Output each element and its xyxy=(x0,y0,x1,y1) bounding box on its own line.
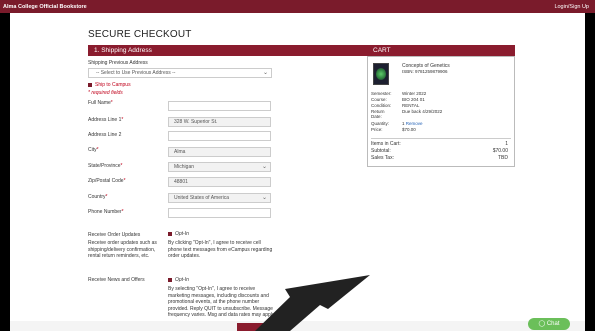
ship-to-campus-label: Ship to Campus xyxy=(95,82,131,88)
cart-total-key: Items in Cart: xyxy=(371,141,401,147)
prev-address-select[interactable]: -- Select to Use Previous Address -- ⌄ xyxy=(88,68,272,78)
order-updates-label: Receive Order Updates xyxy=(88,232,141,238)
cart-item-isbn: ISBN: 9781259879906 xyxy=(402,69,448,74)
cart-detail-value: $70.00 xyxy=(402,127,416,132)
address1-label: Address Line 1* xyxy=(88,117,124,123)
remove-link[interactable]: Remove xyxy=(406,121,423,126)
state-select[interactable]: Michigan ⌄ xyxy=(168,162,271,172)
full-name-input[interactable] xyxy=(168,101,271,111)
prev-address-label: Shipping Previous Address xyxy=(88,60,148,66)
shipping-section-header: 1. Shipping Address xyxy=(88,45,370,56)
news-offers-checkbox[interactable] xyxy=(168,278,172,282)
cart-detail-value: 1 Remove xyxy=(402,121,423,126)
chevron-down-icon: ⌄ xyxy=(261,164,267,170)
cart-detail-value: RENTAL xyxy=(402,103,420,108)
city-input[interactable]: Alma xyxy=(168,147,271,157)
phone-label: Phone Number* xyxy=(88,209,124,215)
cart-detail-key: Quantity: xyxy=(371,121,390,126)
cart-detail-key: Course: xyxy=(371,97,387,102)
chat-bubble-icon: ◯ xyxy=(538,321,546,327)
cart-header: CART xyxy=(367,45,515,56)
cart-divider xyxy=(371,138,511,139)
city-label: City* xyxy=(88,147,99,153)
order-updates-desc: Receive order updates such as shipping/d… xyxy=(88,240,157,259)
cart-total-key: Sales Tax: xyxy=(371,155,394,161)
address2-input[interactable] xyxy=(168,131,271,141)
ship-to-campus-checkbox[interactable] xyxy=(88,83,92,87)
cart-detail-key: Price: xyxy=(371,127,383,132)
cart-total-key: Subtotal: xyxy=(371,148,391,154)
chat-button[interactable]: ◯ Chat xyxy=(528,318,570,330)
login-link[interactable]: Login/Sign Up xyxy=(554,4,589,10)
cart-detail-value: BIO 204 01 xyxy=(402,97,425,102)
zip-input[interactable]: 48801 xyxy=(168,177,271,187)
page-title: SECURE CHECKOUT xyxy=(88,29,192,40)
country-select[interactable]: United States of America ⌄ xyxy=(168,193,271,203)
book-cover-image xyxy=(373,63,389,85)
order-updates-text: By clicking "Opt-In", I agree to receive… xyxy=(168,240,273,259)
cart-total-value: TBD xyxy=(498,155,508,161)
cart-detail-key: Condition: xyxy=(371,103,392,108)
news-offers-label: Receive News and Offers xyxy=(88,277,145,283)
address2-label: Address Line 2 xyxy=(88,132,122,138)
phone-input[interactable] xyxy=(168,208,271,218)
chevron-down-icon: ⌄ xyxy=(262,70,268,76)
cart-detail-value: Winter 2022 xyxy=(402,91,427,96)
cart-detail-key: Semester: xyxy=(371,91,392,96)
cart-total-value: $70.00 xyxy=(492,148,508,154)
full-name-label: Full Name* xyxy=(88,100,113,106)
cart-detail-key: Return Date: xyxy=(371,109,385,119)
news-offers-optin: Opt-In xyxy=(175,277,189,283)
order-updates-checkbox[interactable] xyxy=(168,232,172,236)
zip-label: Zip/Postal Code* xyxy=(88,178,126,184)
address1-input[interactable]: 328 W. Superior St. xyxy=(168,117,271,127)
cart-detail-value: Due back 4/29/2022 xyxy=(402,109,443,114)
top-bar: Alma College Official Bookstore Login/Si… xyxy=(0,0,595,13)
order-updates-optin: Opt-In xyxy=(175,231,189,237)
store-name[interactable]: Alma College Official Bookstore xyxy=(3,4,87,10)
required-note: * required fields xyxy=(88,90,123,96)
country-label: Country* xyxy=(88,194,108,200)
state-label: State/Province* xyxy=(88,163,123,169)
cart-total-value: 1 xyxy=(505,141,508,147)
chevron-down-icon: ⌄ xyxy=(261,195,267,201)
pointer-arrow-icon xyxy=(255,275,370,331)
